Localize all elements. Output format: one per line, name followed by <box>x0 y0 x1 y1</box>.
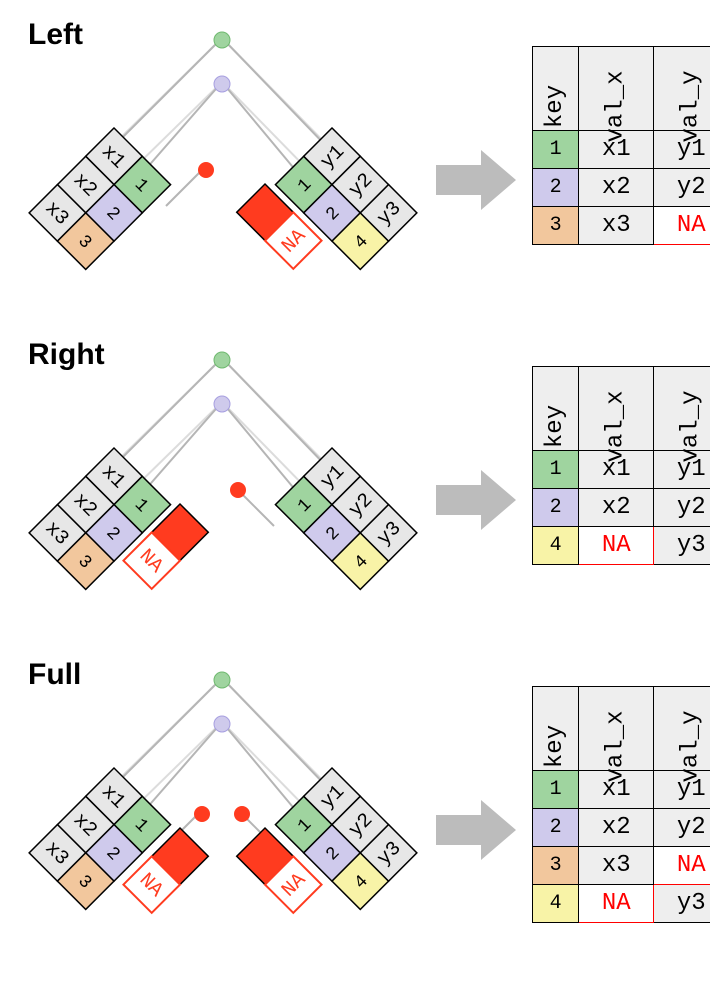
table-row: 2 x2 y2 <box>533 489 710 527</box>
table-row: 3 x3 NA <box>533 207 710 245</box>
table-row: 4 NA y3 <box>533 885 710 923</box>
full-join-diagram: x1 x2 x3 1 2 3 1 2 4 y1 y2 y3 NA NA <box>10 650 440 950</box>
table-row: 3 x3 NA <box>533 847 710 885</box>
arrow-icon <box>436 470 516 530</box>
table-row: 2 x2 y2 <box>533 809 710 847</box>
left-join-diagram: x1 x2 x3 1 2 3 1 2 4 y1 y2 y3 NA <box>10 10 440 290</box>
table-header-row: key val_x val_y <box>533 687 710 771</box>
arrow-icon <box>436 800 516 860</box>
table-header-row: key val_x val_y <box>533 367 710 451</box>
table-row: 4 NA y3 <box>533 527 710 565</box>
table-header-row: key val_x val_y <box>533 47 710 131</box>
table-row: 2 x2 y2 <box>533 169 710 207</box>
right-join-result-table: key val_x val_y 1 x1 y1 2 x2 y2 4 NA y3 <box>532 366 710 565</box>
left-join-result-table: key val_x val_y 1 x1 y1 2 x2 y2 3 x3 NA <box>532 46 710 245</box>
right-join-diagram: x1 x2 x3 1 2 3 1 2 4 y1 y2 y3 NA <box>10 330 440 610</box>
arrow-icon <box>436 150 516 210</box>
full-join-result-table: key val_x val_y 1 x1 y1 2 x2 y2 3 x3 NA … <box>532 686 710 923</box>
